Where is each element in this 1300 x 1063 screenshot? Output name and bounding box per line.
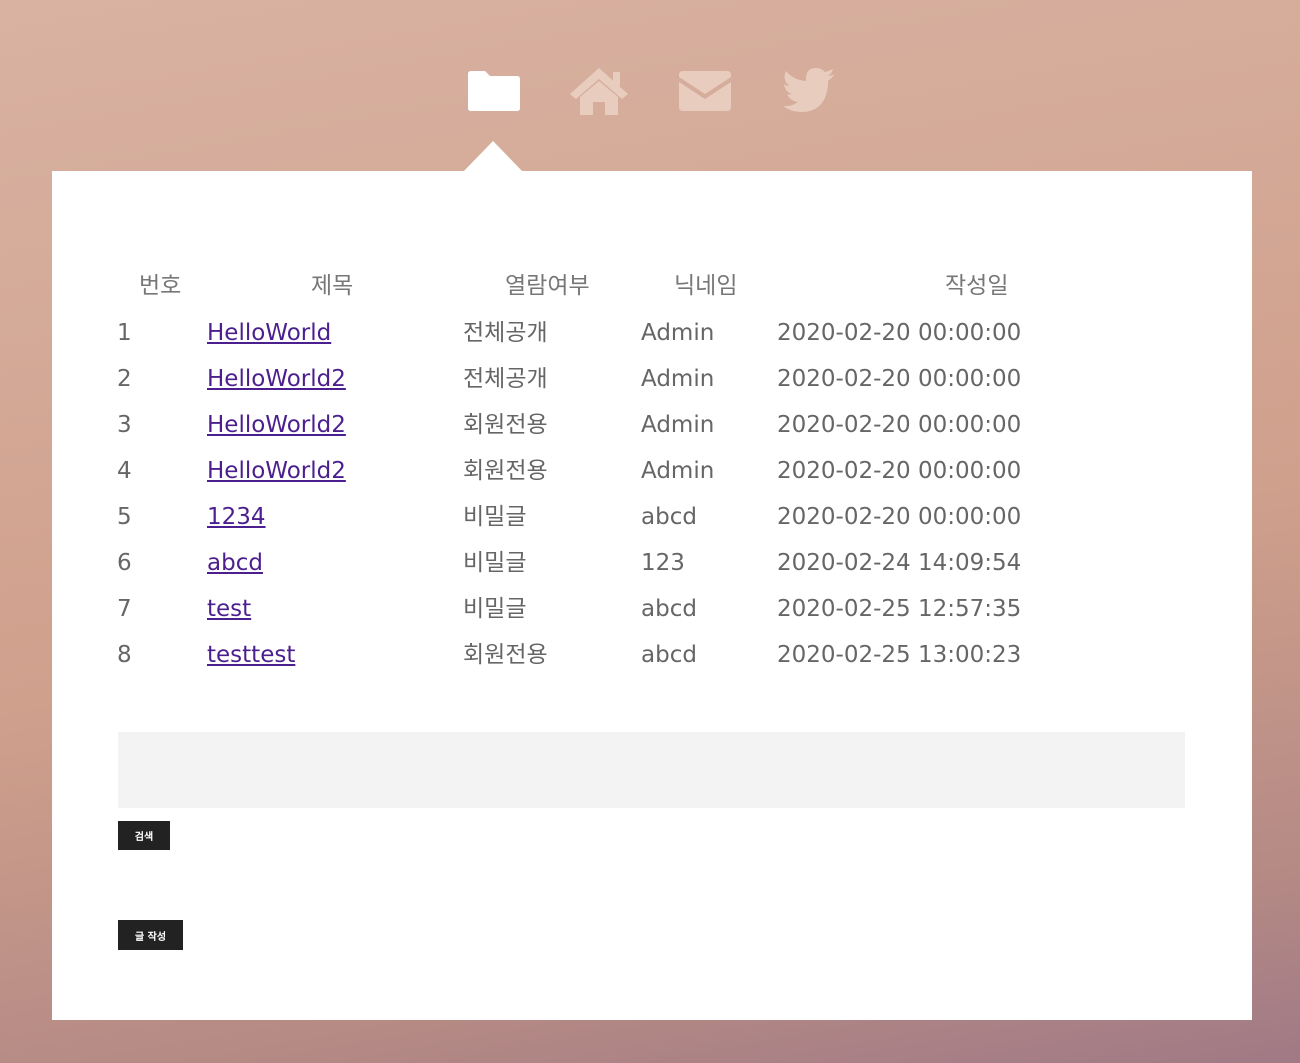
cell-number: 5 — [117, 504, 132, 530]
cell-date: 2020-02-24 14:09:54 — [777, 550, 1022, 576]
cell-nickname: 123 — [641, 550, 685, 576]
cell-title: HelloWorld2 — [207, 364, 346, 394]
post-title-link[interactable]: HelloWorld2 — [207, 366, 346, 392]
twitter-icon[interactable] — [782, 62, 838, 120]
cell-date: 2020-02-25 12:57:35 — [777, 596, 1022, 622]
post-title-link[interactable]: 1234 — [207, 504, 266, 530]
cell-date: 2020-02-20 00:00:00 — [777, 504, 1022, 530]
search-input[interactable] — [118, 732, 1185, 808]
cell-nickname: Admin — [641, 412, 715, 438]
post-title-link[interactable]: HelloWorld — [207, 320, 331, 346]
cell-number: 7 — [117, 596, 132, 622]
cell-date: 2020-02-20 00:00:00 — [777, 458, 1022, 484]
cell-title: test — [207, 594, 251, 624]
header-visibility: 열람여부 — [505, 273, 590, 299]
header-nickname: 닉네임 — [674, 273, 738, 299]
cell-date: 2020-02-20 00:00:00 — [777, 320, 1022, 346]
cell-visibility: 회원전용 — [463, 642, 548, 668]
cell-title: HelloWorld2 — [207, 456, 346, 486]
envelope-icon[interactable] — [677, 62, 733, 120]
cell-visibility: 회원전용 — [463, 458, 548, 484]
cell-visibility: 회원전용 — [463, 412, 548, 438]
post-title-link[interactable]: test — [207, 596, 251, 622]
home-icon[interactable] — [568, 62, 630, 120]
cell-number: 3 — [117, 412, 132, 438]
cell-title: testtest — [207, 640, 295, 670]
cell-visibility: 비밀글 — [463, 504, 527, 530]
post-title-link[interactable]: HelloWorld2 — [207, 412, 346, 438]
cell-date: 2020-02-25 13:00:23 — [777, 642, 1022, 668]
cell-nickname: Admin — [641, 320, 715, 346]
cell-number: 1 — [117, 320, 132, 346]
top-nav — [0, 62, 1300, 122]
cell-nickname: Admin — [641, 366, 715, 392]
cell-nickname: Admin — [641, 458, 715, 484]
cell-visibility: 전체공개 — [463, 366, 548, 392]
cell-title: HelloWorld2 — [207, 410, 346, 440]
board-panel: 번호 제목 열람여부 닉네임 작성일 1 HelloWorld 전체공개 Admin 2… — [52, 171, 1252, 1020]
cell-number: 6 — [117, 550, 132, 576]
cell-number: 4 — [117, 458, 132, 484]
cell-nickname: abcd — [641, 642, 697, 668]
active-tab-pointer — [463, 141, 523, 172]
cell-title: abcd — [207, 548, 263, 578]
folder-icon[interactable] — [466, 62, 522, 120]
cell-date: 2020-02-20 00:00:00 — [777, 366, 1022, 392]
cell-visibility: 비밀글 — [463, 550, 527, 576]
cell-visibility: 비밀글 — [463, 596, 527, 622]
cell-number: 2 — [117, 366, 132, 392]
post-title-link[interactable]: abcd — [207, 550, 263, 576]
cell-title: HelloWorld — [207, 318, 331, 348]
search-button[interactable]: 검색 — [118, 821, 170, 850]
cell-nickname: abcd — [641, 504, 697, 530]
header-number: 번호 — [139, 273, 182, 299]
post-title-link[interactable]: testtest — [207, 642, 295, 668]
cell-title: 1234 — [207, 502, 266, 532]
header-title: 제목 — [311, 273, 354, 299]
cell-number: 8 — [117, 642, 132, 668]
cell-visibility: 전체공개 — [463, 320, 548, 346]
cell-nickname: abcd — [641, 596, 697, 622]
header-date: 작성일 — [945, 273, 1009, 299]
write-post-button[interactable]: 글 작성 — [118, 920, 183, 950]
post-title-link[interactable]: HelloWorld2 — [207, 458, 346, 484]
cell-date: 2020-02-20 00:00:00 — [777, 412, 1022, 438]
